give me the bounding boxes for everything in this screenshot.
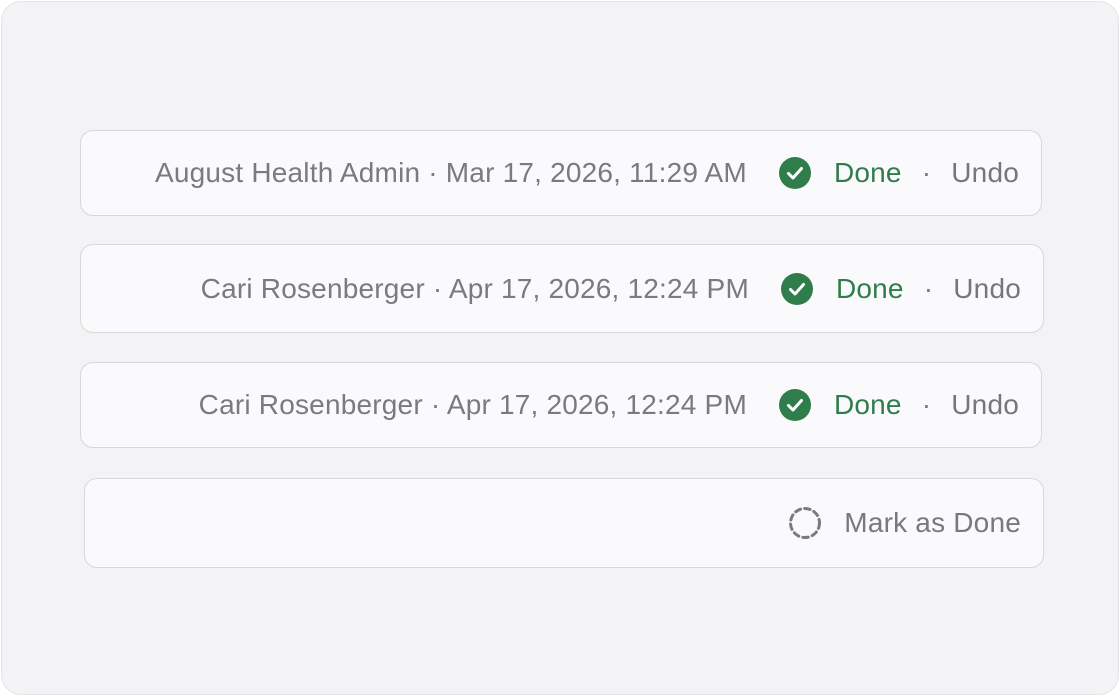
action-separator: · bbox=[923, 272, 934, 304]
completed-at: Apr 17, 2026, 12:24 PM bbox=[448, 272, 749, 304]
undo-button[interactable]: Undo bbox=[951, 157, 1019, 189]
mark-as-done-button[interactable]: Mark as Done bbox=[844, 507, 1021, 539]
dashed-circle-icon bbox=[789, 507, 822, 539]
meta-separator: · bbox=[428, 157, 446, 188]
status-label: Done bbox=[835, 272, 904, 304]
completed-by: Cari Rosenberger bbox=[198, 389, 423, 420]
meta-separator: · bbox=[430, 389, 447, 420]
completion-row: August Health Admin · Mar 17, 2026, 11:2… bbox=[80, 130, 1042, 216]
check-circle-icon bbox=[780, 272, 813, 305]
completed-at: Apr 17, 2026, 12:24 PM bbox=[446, 389, 747, 420]
completion-panel: August Health Admin · Mar 17, 2026, 11:2… bbox=[1, 1, 1119, 695]
status-done: Done bbox=[778, 389, 902, 421]
completion-meta: Cari Rosenberger · Apr 17, 2026, 12:24 P… bbox=[201, 273, 749, 305]
completed-at: Mar 17, 2026, 11:29 AM bbox=[445, 157, 747, 188]
completion-row: Cari Rosenberger · Apr 17, 2026, 12:24 P… bbox=[80, 244, 1044, 333]
mark-as-done-row[interactable]: Mark as Done bbox=[84, 478, 1044, 568]
completed-by: August Health Admin bbox=[154, 157, 421, 188]
status-done: Done bbox=[778, 157, 902, 189]
action-separator: · bbox=[921, 389, 932, 420]
status-done: Done bbox=[780, 272, 904, 305]
undo-button[interactable]: Undo bbox=[953, 273, 1021, 305]
completion-meta: Cari Rosenberger · Apr 17, 2026, 12:24 P… bbox=[199, 389, 747, 421]
completed-by: Cari Rosenberger bbox=[200, 272, 425, 304]
check-circle-icon bbox=[778, 389, 811, 421]
completion-meta: August Health Admin · Mar 17, 2026, 11:2… bbox=[155, 157, 747, 189]
undo-button[interactable]: Undo bbox=[951, 389, 1019, 421]
completion-row: Cari Rosenberger · Apr 17, 2026, 12:24 P… bbox=[80, 362, 1042, 448]
status-label: Done bbox=[833, 157, 902, 188]
meta-separator: · bbox=[432, 272, 449, 304]
check-circle-icon bbox=[778, 157, 811, 189]
status-label: Done bbox=[833, 389, 902, 420]
action-separator: · bbox=[921, 157, 932, 188]
